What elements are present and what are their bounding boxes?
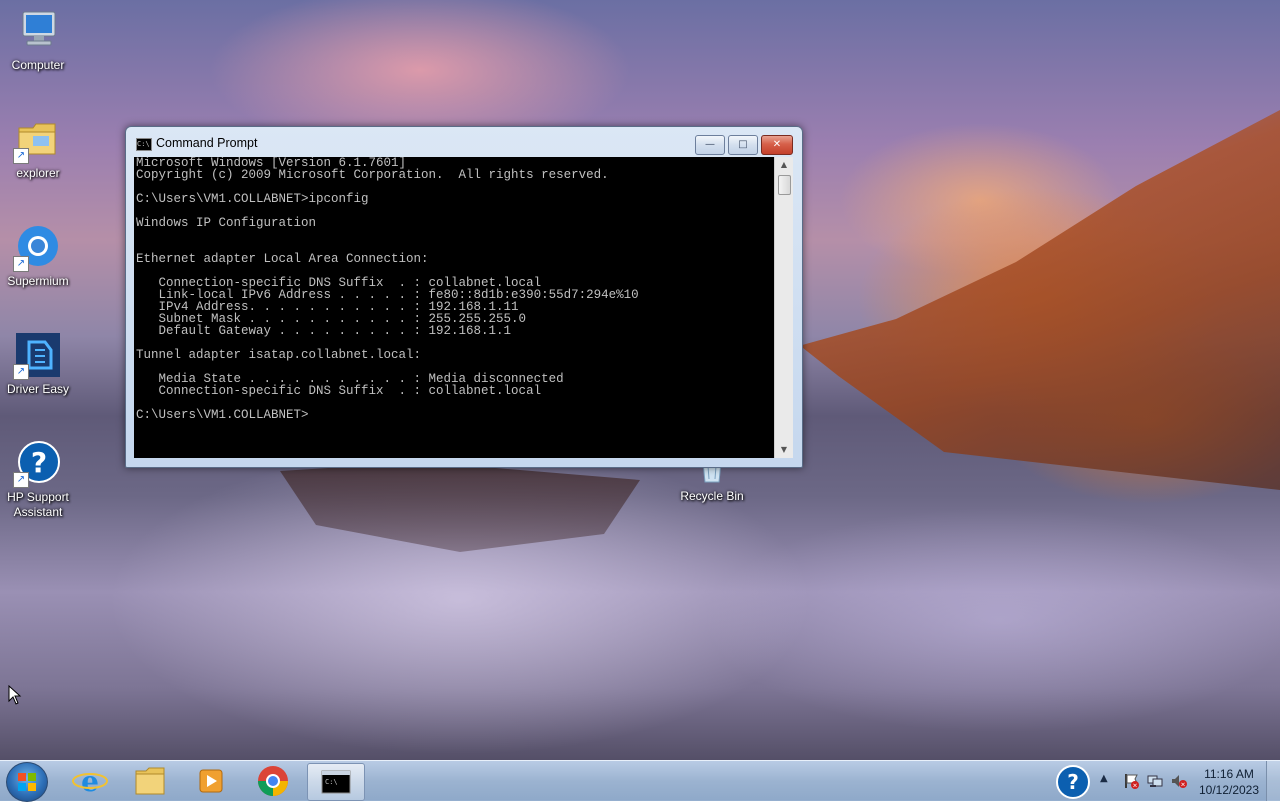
folder-icon bbox=[135, 767, 165, 795]
maximize-button[interactable]: □ bbox=[728, 135, 758, 155]
desktop-icon-hp-support-assistant[interactable]: ? ↗ HP Support Assistant bbox=[0, 440, 76, 520]
taskbar-command-prompt[interactable]: C:\ bbox=[307, 763, 365, 801]
desktop-icon-driver-easy[interactable]: ↗ Driver Easy bbox=[0, 332, 76, 397]
desktop-icon-label: Computer bbox=[11, 58, 65, 72]
folder-icon: ↗ bbox=[13, 116, 61, 164]
svg-text:e: e bbox=[81, 765, 99, 798]
taskbar: e C:\ ? ▲ ✕ ✕ 11:16 AM 10/12/2023 bbox=[0, 760, 1280, 802]
shortcut-arrow-icon: ↗ bbox=[13, 364, 29, 380]
taskbar-internet-explorer[interactable]: e bbox=[62, 763, 118, 799]
scroll-thumb[interactable] bbox=[778, 175, 791, 195]
desktop-icon-label: explorer bbox=[16, 166, 60, 180]
window-titlebar[interactable]: C:\ Command Prompt — □ ✕ bbox=[126, 127, 802, 157]
volume-muted-icon[interactable]: ✕ bbox=[1171, 773, 1187, 789]
svg-text:?: ? bbox=[31, 446, 47, 479]
windows-logo-icon bbox=[18, 773, 26, 781]
windows-logo-icon bbox=[28, 773, 36, 781]
desktop-icon-label: HP Support Assistant bbox=[7, 490, 69, 519]
window-title: Command Prompt bbox=[156, 136, 258, 150]
taskbar-chrome[interactable] bbox=[245, 763, 301, 799]
show-desktop-button[interactable] bbox=[1266, 761, 1280, 801]
mouse-cursor-icon bbox=[8, 684, 22, 705]
command-prompt-window[interactable]: C:\ Command Prompt — □ ✕ Microsoft Windo… bbox=[125, 126, 803, 468]
tray-show-hidden-icons[interactable]: ▲ bbox=[1100, 773, 1108, 784]
computer-icon bbox=[15, 8, 61, 54]
vertical-scrollbar[interactable]: ▲ ▼ bbox=[774, 157, 793, 458]
shortcut-arrow-icon: ↗ bbox=[13, 148, 29, 164]
desktop-icon-label: Driver Easy bbox=[6, 382, 69, 396]
clock-time: 11:16 AM bbox=[1204, 767, 1254, 781]
internet-explorer-icon: e bbox=[72, 765, 108, 798]
desktop-icon-explorer[interactable]: ↗ explorer bbox=[0, 116, 76, 181]
desktop-icon-label: Recycle Bin bbox=[680, 489, 744, 503]
taskbar-file-explorer[interactable] bbox=[122, 763, 178, 799]
scroll-down-icon[interactable]: ▼ bbox=[775, 442, 793, 458]
network-icon[interactable] bbox=[1147, 773, 1163, 789]
minimize-button[interactable]: — bbox=[695, 135, 725, 155]
close-button[interactable]: ✕ bbox=[761, 135, 793, 155]
media-player-icon bbox=[199, 769, 223, 793]
desktop-icon-computer[interactable]: Computer bbox=[0, 8, 76, 73]
windows-logo-icon bbox=[28, 783, 36, 791]
chrome-icon bbox=[258, 766, 288, 796]
shortcut-arrow-icon: ↗ bbox=[13, 256, 29, 272]
desktop-icon-recycle-bin[interactable]: Recycle Bin bbox=[674, 461, 750, 504]
cmd-title-icon: C:\ bbox=[136, 138, 152, 151]
console-output-area[interactable]: Microsoft Windows [Version 6.1.7601] Cop… bbox=[134, 157, 774, 458]
action-center-flag-icon[interactable]: ✕ bbox=[1123, 773, 1139, 790]
cmd-icon: C:\ bbox=[321, 770, 351, 794]
driver-easy-icon: ↗ bbox=[13, 332, 61, 380]
desktop-icon-supermium[interactable]: ↗ Supermium bbox=[0, 224, 76, 289]
svg-text:✕: ✕ bbox=[1132, 783, 1137, 790]
tray-hp-support-icon[interactable]: ? bbox=[1056, 765, 1090, 799]
help-question-icon: ? ↗ bbox=[13, 440, 61, 488]
svg-text:✕: ✕ bbox=[1180, 782, 1185, 789]
supermium-browser-icon: ↗ bbox=[13, 224, 61, 272]
console-text: Microsoft Windows [Version 6.1.7601] Cop… bbox=[136, 157, 639, 422]
shortcut-arrow-icon: ↗ bbox=[13, 472, 29, 488]
windows-logo-icon bbox=[18, 783, 26, 791]
start-button[interactable] bbox=[6, 762, 48, 802]
svg-text:C:\: C:\ bbox=[325, 778, 338, 786]
desktop-icon-label: Supermium bbox=[7, 274, 69, 288]
scroll-up-icon[interactable]: ▲ bbox=[775, 157, 793, 173]
clock-date: 10/12/2023 bbox=[1198, 783, 1260, 797]
system-clock[interactable]: 11:16 AM 10/12/2023 bbox=[1194, 766, 1264, 798]
taskbar-media-player[interactable] bbox=[183, 763, 239, 799]
